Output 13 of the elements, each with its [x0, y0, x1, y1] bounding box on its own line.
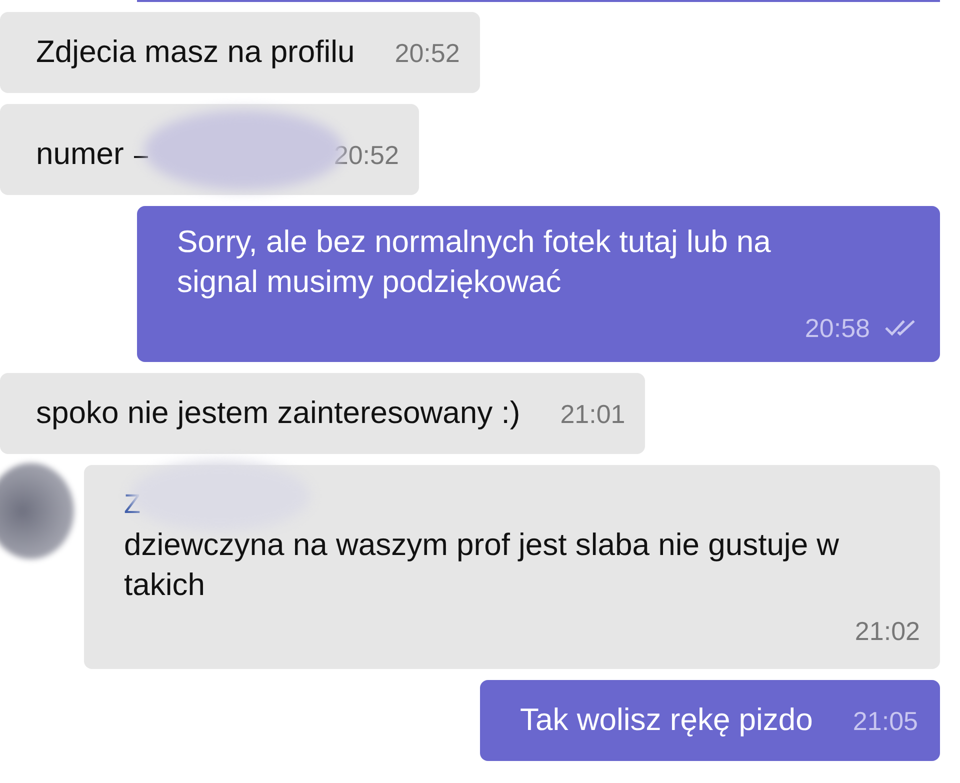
message-time: 21:02 [854, 615, 920, 648]
message-time: 20:58 [804, 312, 870, 345]
message-text: dziewczyna na waszym prof jest slaba nie gustuje w takich [124, 526, 840, 604]
message-time: 20:52 [394, 37, 460, 70]
sender-name: Z [124, 489, 140, 519]
message-time: 20:52 [334, 139, 399, 172]
message-text: spoko nie jestem zainteresowany :) [36, 394, 520, 432]
message-time: 21:01 [560, 398, 626, 431]
message-text: Tak wolisz rękę pizdo [520, 701, 813, 739]
message-time: 21:05 [852, 705, 918, 738]
message-text: Sorry, ale bez normalnych fotek tutaj lub na signal musimy podziękować [177, 223, 772, 301]
message-text: numer [36, 135, 124, 173]
message-text: Zdjecia masz na profilu [36, 33, 355, 71]
